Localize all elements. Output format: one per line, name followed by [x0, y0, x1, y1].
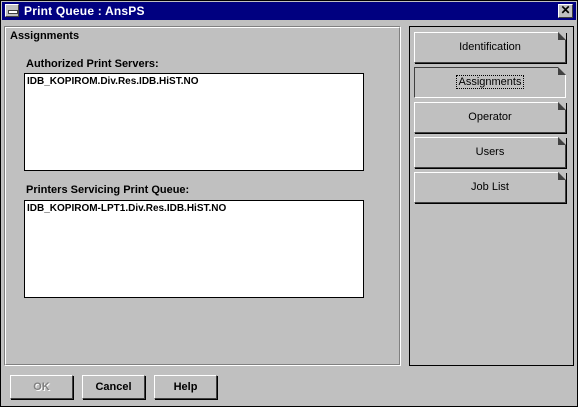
assignments-panel: Assignments Authorized Print Servers: ID…: [4, 26, 401, 366]
tab-label: Job List: [471, 181, 509, 193]
printers-servicing-label: Printers Servicing Print Queue:: [26, 184, 190, 196]
window-title: Print Queue : AnsPS: [24, 4, 145, 18]
ok-button[interactable]: OK: [10, 375, 73, 399]
authorized-servers-list[interactable]: IDB_KOPIROM.Div.Res.IDB.HiST.NO: [24, 73, 364, 171]
tab-label: Assignments: [455, 75, 525, 89]
cancel-button[interactable]: Cancel: [82, 375, 145, 399]
print-queue-window: Print Queue : AnsPS ✕ Assignments Author…: [0, 0, 578, 407]
tab-label: Identification: [459, 41, 521, 53]
tab-label: Users: [475, 146, 505, 158]
panel-title: Assignments: [10, 30, 80, 42]
page-buttons-panel: Identification Assignments Operator User…: [409, 26, 574, 366]
tab-assignments[interactable]: Assignments: [414, 67, 566, 98]
tab-job-list[interactable]: Job List: [414, 172, 566, 203]
tab-operator[interactable]: Operator: [414, 102, 566, 133]
close-button[interactable]: ✕: [558, 4, 573, 18]
tab-identification[interactable]: Identification: [414, 32, 566, 63]
help-button[interactable]: Help: [154, 375, 217, 399]
authorized-servers-label: Authorized Print Servers:: [26, 58, 159, 70]
title-bar: Print Queue : AnsPS ✕: [2, 2, 576, 20]
list-item[interactable]: IDB_KOPIROM.Div.Res.IDB.HiST.NO: [27, 76, 199, 87]
tab-label: Operator: [468, 111, 512, 123]
tab-users[interactable]: Users: [414, 137, 566, 168]
printers-servicing-list[interactable]: IDB_KOPIROM-LPT1.Div.Res.IDB.HiST.NO: [24, 200, 364, 298]
list-item[interactable]: IDB_KOPIROM-LPT1.Div.Res.IDB.HiST.NO: [27, 203, 226, 214]
system-menu-icon[interactable]: [5, 4, 19, 17]
